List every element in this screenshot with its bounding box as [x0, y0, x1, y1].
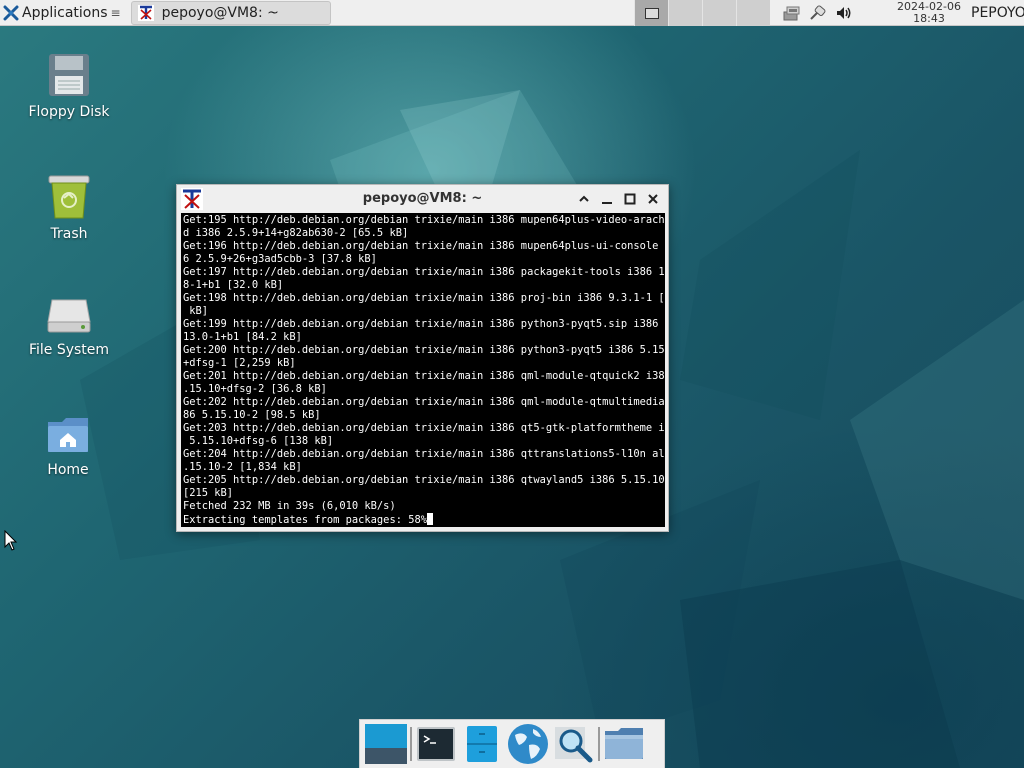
window-close-button[interactable] [644, 190, 662, 208]
terminal-line: Get:200 http://deb.debian.org/debian tri… [183, 344, 665, 356]
terminal-line: Get:199 http://deb.debian.org/debian tri… [183, 318, 665, 330]
terminal-line: .15.10-2 [1,834 kB] [183, 461, 302, 473]
terminal-prompt-line: Extracting templates from packages: 58% [183, 513, 663, 527]
chevron-up-icon [579, 195, 589, 202]
terminal-line: Get:201 http://deb.debian.org/debian tri… [183, 370, 665, 382]
terminal-line: Get:205 http://deb.debian.org/debian tri… [183, 474, 665, 486]
clock-time: 18:43 [913, 12, 945, 25]
power-cord-icon[interactable] [808, 3, 828, 23]
floppy-disk-icon [49, 54, 89, 96]
app-finder-launcher[interactable] [551, 721, 597, 767]
globe-icon [508, 724, 548, 764]
window-shade-button[interactable] [575, 190, 593, 208]
taskbar-terminal-label: pepoyo@VM8: ~ [161, 4, 279, 21]
top-panel: Applications ≡ pepoyo@VM8: ~ 2024-02-06 … [0, 0, 1024, 26]
folder-launcher[interactable] [601, 721, 647, 767]
terminal-icon [417, 727, 455, 761]
terminal-line: Get:203 http://deb.debian.org/debian tri… [183, 422, 665, 434]
terminal-line: 86 5.15.10-2 [98.5 kB] [183, 409, 321, 421]
applications-label: Applications [22, 4, 108, 21]
applications-menu-glyph: ≡ [110, 5, 121, 20]
window-titlebar[interactable]: pepoyo@VM8: ~ [177, 185, 668, 213]
terminal-line: [215 kB] [183, 487, 234, 499]
web-browser-launcher[interactable] [505, 721, 551, 767]
xterm-icon [137, 4, 154, 21]
terminal-progress-text: Extracting templates from packages: 58% [183, 514, 427, 526]
desktop-icon-label: File System [28, 342, 110, 358]
terminal-cursor [426, 513, 433, 525]
terminal-line: kB] [183, 305, 209, 317]
panel-clock[interactable]: 2024-02-06 18:43 [893, 1, 965, 25]
terminal-line: Get:204 http://deb.debian.org/debian tri… [183, 448, 665, 460]
hard-drive-icon [47, 299, 91, 333]
terminal-line: d i386 2.5.9+14+g82ab630-2 [65.5 kB] [183, 227, 409, 239]
folder-icon [605, 728, 643, 759]
taskbar-terminal-button[interactable]: pepoyo@VM8: ~ [130, 0, 331, 25]
dock-separator [598, 727, 600, 761]
desktop-icon-floppy-disk[interactable]: Floppy Disk [14, 52, 124, 120]
workspace-2[interactable] [668, 0, 702, 26]
terminal-line: .15.10+dfsg-2 [36.8 kB] [183, 383, 327, 395]
desktop-icon-label: Floppy Disk [28, 104, 110, 120]
desktop-icon-label: Home [47, 462, 89, 478]
close-icon [648, 194, 658, 204]
workspace-switcher [634, 0, 770, 26]
workspace-4[interactable] [736, 0, 770, 26]
mouse-pointer-icon [4, 530, 18, 551]
terminal-line: Get:202 http://deb.debian.org/debian tri… [183, 396, 665, 408]
terminal-window: pepoyo@VM8: ~ Get:195 http://deb.debian.… [176, 184, 669, 532]
xterm-icon [181, 188, 203, 210]
terminal-line: Get:196 http://deb.debian.org/debian tri… [183, 240, 665, 252]
terminal-output[interactable]: Get:195 http://deb.debian.org/debian tri… [181, 213, 665, 527]
dock-separator [410, 727, 412, 761]
maximize-icon [624, 193, 636, 205]
show-desktop-button[interactable] [363, 721, 409, 767]
volume-icon[interactable] [834, 3, 854, 23]
terminal-line: Fetched 232 MB in 39s (6,010 kB/s) [183, 500, 396, 512]
terminal-line: 5.15.10+dfsg-6 [138 kB] [183, 435, 334, 447]
home-folder-icon [48, 418, 88, 452]
terminal-line: 8-1+b1 [32.0 kB] [183, 279, 284, 291]
desktop-icon-file-system[interactable]: File System [14, 296, 124, 358]
file-cabinet-icon [467, 726, 497, 762]
bottom-dock [359, 719, 665, 768]
terminal-launcher[interactable] [413, 721, 459, 767]
system-tray [782, 0, 854, 26]
workspace-3[interactable] [702, 0, 736, 26]
xfce-logo-icon [3, 5, 19, 20]
terminal-line: Get:195 http://deb.debian.org/debian tri… [183, 214, 665, 226]
user-menu[interactable]: PEPOYO [971, 0, 1024, 26]
desktop-icon-trash[interactable]: Trash [14, 174, 124, 242]
desktop-icon-home[interactable]: Home [13, 414, 123, 478]
terminal-line: Get:198 http://deb.debian.org/debian tri… [183, 292, 665, 304]
window-maximize-button[interactable] [621, 190, 639, 208]
trash-icon [48, 175, 90, 219]
window-minimize-button[interactable] [598, 190, 616, 208]
terminal-line: 13.0-1+b1 [84.2 kB] [183, 331, 302, 343]
minimize-icon [602, 202, 612, 204]
file-manager-launcher[interactable] [459, 721, 505, 767]
desktop-icon-label: Trash [50, 226, 88, 242]
terminal-line: 6 2.5.9+26+g3ad5cbb-3 [37.8 kB] [183, 253, 377, 265]
terminal-line: Get:197 http://deb.debian.org/debian tri… [183, 266, 665, 278]
applications-menu[interactable]: Applications ≡ [0, 0, 125, 26]
workspace-1[interactable] [634, 0, 668, 26]
terminal-line: +dfsg-1 [2,259 kB] [183, 357, 296, 369]
network-icon[interactable] [782, 3, 802, 23]
show-desktop-icon [365, 724, 407, 764]
magnifier-icon [555, 727, 593, 763]
